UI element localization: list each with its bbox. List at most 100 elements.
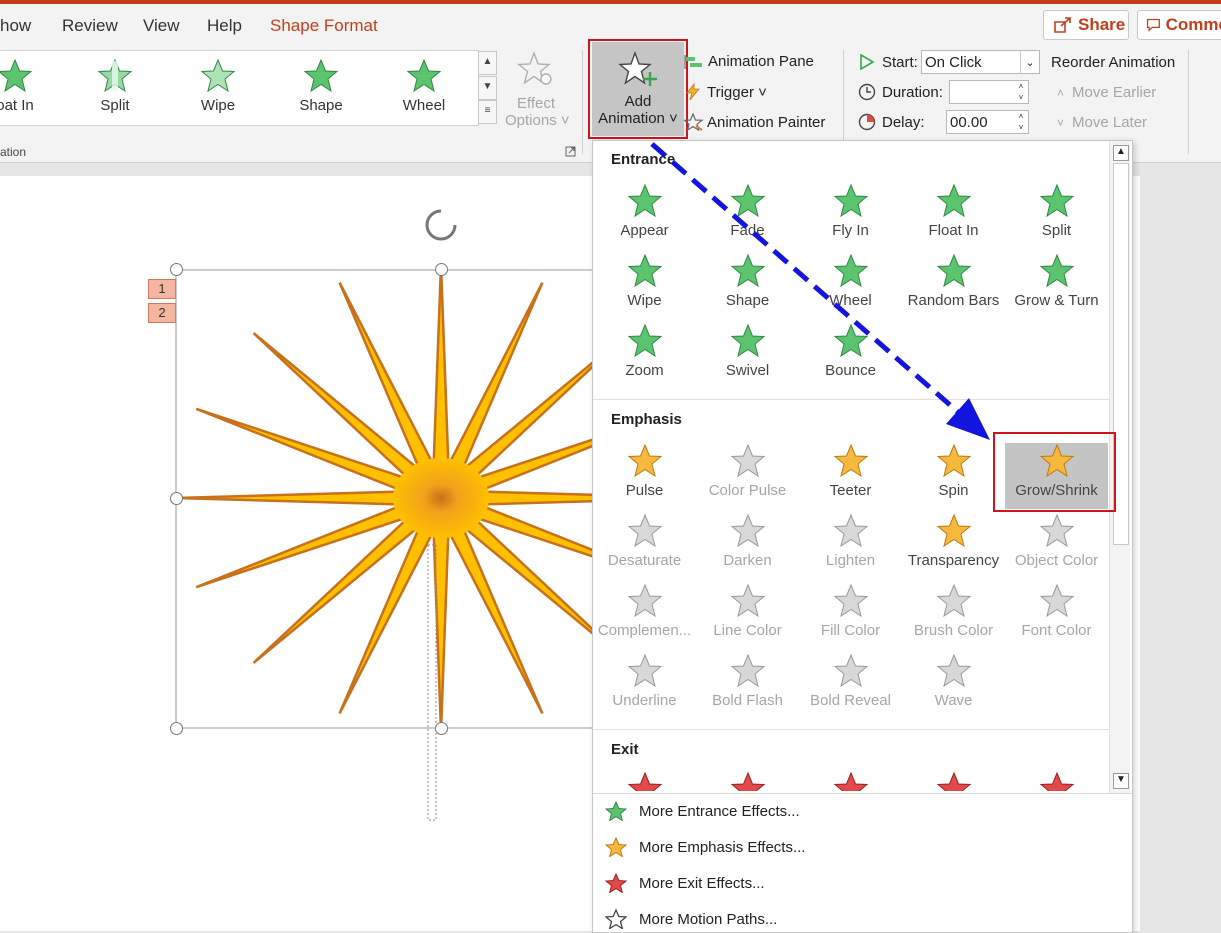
- more-emphasis-effects[interactable]: More Emphasis Effects...: [605, 837, 805, 857]
- effect-label: Shape: [725, 292, 770, 309]
- starburst-shape[interactable]: [170, 205, 600, 825]
- move-later-button[interactable]: ˅ Move Later: [1057, 114, 1147, 131]
- comments-button[interactable]: Comme: [1137, 10, 1221, 40]
- entrance-effect-swivel[interactable]: Swivel: [696, 323, 799, 389]
- scroll-thumb[interactable]: [1113, 163, 1129, 545]
- exit-effect-partial[interactable]: [593, 771, 696, 791]
- entrance-effect-wheel[interactable]: Wheel: [799, 253, 902, 319]
- tab-view[interactable]: View: [143, 16, 180, 36]
- animation-painter-button[interactable]: Animation Painter: [684, 113, 825, 131]
- starburst-core: [393, 458, 489, 538]
- emphasis-effect-darken[interactable]: Darken: [696, 513, 799, 579]
- emphasis-effect-brush-color[interactable]: Brush Color: [902, 583, 1005, 649]
- exit-star-icon: [730, 771, 765, 791]
- emphasis-effect-complemen[interactable]: Complemen...: [593, 583, 696, 649]
- entrance-section-title: Entrance: [611, 151, 676, 168]
- wipe-star-icon: [627, 253, 662, 288]
- spin-star-icon: [936, 443, 971, 478]
- emphasis-effect-line-color[interactable]: Line Color: [696, 583, 799, 649]
- gallery-scroll-up[interactable]: ▲: [478, 51, 497, 75]
- resize-handle[interactable]: [435, 722, 448, 735]
- entrance-effect-bounce[interactable]: Bounce: [799, 323, 902, 389]
- exit-effect-partial[interactable]: [696, 771, 799, 791]
- duration-spinner[interactable]: ˄ ˅: [949, 80, 1029, 104]
- share-button[interactable]: Share: [1043, 10, 1129, 40]
- gallery-item-split[interactable]: Split: [70, 59, 160, 114]
- resize-handle[interactable]: [170, 722, 183, 735]
- entrance-effect-grow-turn[interactable]: Grow & Turn: [1005, 253, 1108, 319]
- emphasis-effect-pulse[interactable]: Pulse: [593, 443, 696, 509]
- add-animation-button[interactable]: Add Animation ˅: [592, 42, 684, 136]
- emphasis-effect-fill-color[interactable]: Fill Color: [799, 583, 902, 649]
- more-exit-effects[interactable]: More Exit Effects...: [605, 873, 765, 893]
- emphasis-effect-teeter[interactable]: Teeter: [799, 443, 902, 509]
- effect-label: Fill Color: [820, 622, 881, 639]
- emphasis-effect-bold-flash[interactable]: Bold Flash: [696, 653, 799, 719]
- menu-scrollbar[interactable]: ▲ ▼: [1109, 141, 1130, 793]
- resize-handle[interactable]: [435, 263, 448, 276]
- emphasis-effect-bold-reveal[interactable]: Bold Reveal: [799, 653, 902, 719]
- random-bars-star-icon: [936, 253, 971, 288]
- entrance-effect-fade[interactable]: Fade: [696, 183, 799, 249]
- gallery-item-wheel[interactable]: Wheel: [379, 59, 469, 114]
- gallery-item-shape[interactable]: Shape: [276, 59, 366, 114]
- emphasis-effect-underline[interactable]: Underline: [593, 653, 696, 719]
- fill-color-star-icon: [833, 583, 868, 618]
- start-select[interactable]: On Click ⌄: [921, 50, 1040, 74]
- entrance-effect-float-in[interactable]: Float In: [902, 183, 1005, 249]
- effect-options-button[interactable]: Effect Options ˅: [505, 50, 570, 134]
- rotate-handle-icon[interactable]: [425, 209, 457, 241]
- emphasis-effect-spin[interactable]: Spin: [902, 443, 1005, 509]
- dialog-launcher-icon[interactable]: [565, 146, 576, 157]
- entrance-effect-appear[interactable]: Appear: [593, 183, 696, 249]
- tab-shape-format[interactable]: Shape Format: [270, 16, 378, 36]
- gallery-item-float-in[interactable]: oat In: [0, 59, 60, 114]
- effect-label: Object Color: [1014, 552, 1099, 569]
- animation-painter-label: Animation Painter: [707, 113, 826, 131]
- share-label: Share: [1078, 15, 1126, 34]
- zoom-star-icon: [627, 323, 662, 358]
- gallery-expand[interactable]: ≡: [478, 100, 497, 124]
- trigger-button[interactable]: Trigger ˅: [684, 83, 767, 101]
- chevron-down-icon[interactable]: ⌄: [1020, 51, 1039, 73]
- entrance-effect-wipe[interactable]: Wipe: [593, 253, 696, 319]
- entrance-effect-zoom[interactable]: Zoom: [593, 323, 696, 389]
- emphasis-effect-wave[interactable]: Wave: [902, 653, 1005, 719]
- tab-slideshow[interactable]: how: [0, 16, 31, 36]
- move-later-label: Move Later: [1072, 114, 1148, 131]
- add-animation-line1: Add: [624, 93, 652, 110]
- tab-review[interactable]: Review: [62, 16, 118, 36]
- delay-spinner[interactable]: 00.00 ˄ ˅: [946, 110, 1029, 134]
- entrance-effect-random-bars[interactable]: Random Bars: [902, 253, 1005, 319]
- scroll-up-icon[interactable]: ▲: [1113, 145, 1129, 161]
- more-motion-paths[interactable]: More Motion Paths...: [605, 909, 777, 929]
- emphasis-effect-object-color[interactable]: Object Color: [1005, 513, 1108, 579]
- emphasis-effect-desaturate[interactable]: Desaturate: [593, 513, 696, 579]
- animation-pane-button[interactable]: Animation Pane: [684, 53, 814, 70]
- scroll-down-icon[interactable]: ▼: [1113, 773, 1129, 789]
- gallery-item-wipe[interactable]: Wipe: [173, 59, 263, 114]
- spinner-arrows-icon[interactable]: ˄ ˅: [1014, 111, 1028, 133]
- exit-effect-partial[interactable]: [902, 771, 1005, 791]
- exit-effect-partial[interactable]: [1005, 771, 1108, 791]
- exit-star-icon: [627, 771, 662, 791]
- tab-help[interactable]: Help: [207, 16, 242, 36]
- entrance-effect-shape[interactable]: Shape: [696, 253, 799, 319]
- emphasis-effect-color-pulse[interactable]: Color Pulse: [696, 443, 799, 509]
- emphasis-effect-lighten[interactable]: Lighten: [799, 513, 902, 579]
- resize-handle[interactable]: [170, 263, 183, 276]
- move-earlier-button[interactable]: ˄ Move Earlier: [1057, 84, 1156, 101]
- gallery-scroll-down[interactable]: ▼: [478, 76, 497, 100]
- resize-handle[interactable]: [170, 492, 183, 505]
- more-entrance-effects[interactable]: More Entrance Effects...: [605, 801, 800, 821]
- line-color-star-icon: [730, 583, 765, 618]
- emphasis-effect-transparency[interactable]: Transparency: [902, 513, 1005, 579]
- emphasis-effect-grow-shrink[interactable]: Grow/Shrink: [1005, 443, 1108, 509]
- entrance-effect-split[interactable]: Split: [1005, 183, 1108, 249]
- spinner-arrows-icon[interactable]: ˄ ˅: [1014, 81, 1028, 103]
- lightning-icon: [686, 83, 700, 101]
- effect-label: Swivel: [725, 362, 770, 379]
- exit-effect-partial[interactable]: [799, 771, 902, 791]
- emphasis-effect-font-color[interactable]: Font Color: [1005, 583, 1108, 649]
- entrance-effect-fly-in[interactable]: Fly In: [799, 183, 902, 249]
